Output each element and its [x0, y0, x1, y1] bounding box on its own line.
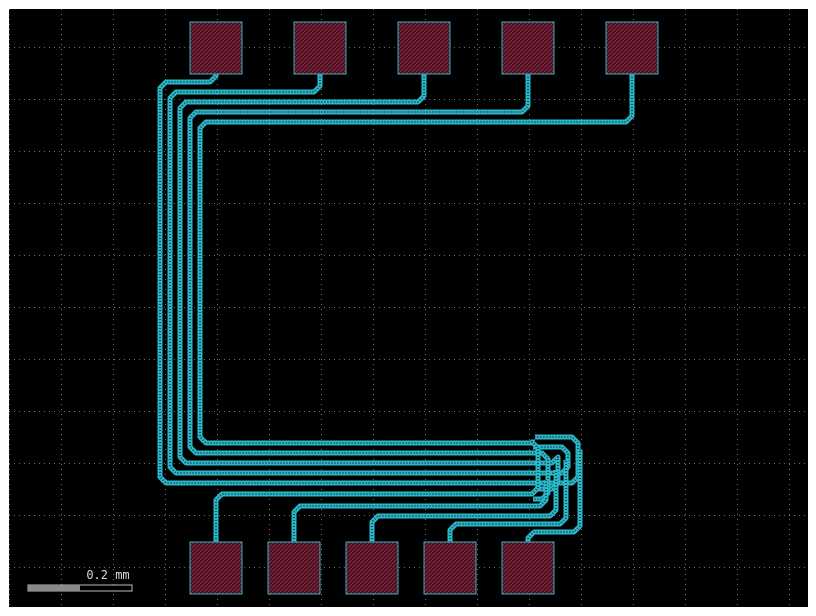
layout-canvas[interactable]: 0.2 mm: [0, 0, 816, 616]
bottom-pad-4[interactable]: [423, 541, 477, 595]
bottom-pad-5[interactable]: [501, 541, 555, 595]
bottom-pad-2[interactable]: [267, 541, 321, 595]
scale-bar-fill: [28, 585, 80, 591]
scale-bar-label: 0.2 mm: [86, 568, 129, 582]
bottom-pad-1[interactable]: [189, 541, 243, 595]
top-pad-2[interactable]: [293, 21, 347, 75]
bottom-pad-3[interactable]: [345, 541, 399, 595]
layout-viewer[interactable]: 0.2 mm: [0, 0, 816, 616]
top-pad-5[interactable]: [605, 21, 659, 75]
top-pad-4[interactable]: [501, 21, 555, 75]
top-pad-1[interactable]: [189, 21, 243, 75]
top-pad-3[interactable]: [397, 21, 451, 75]
